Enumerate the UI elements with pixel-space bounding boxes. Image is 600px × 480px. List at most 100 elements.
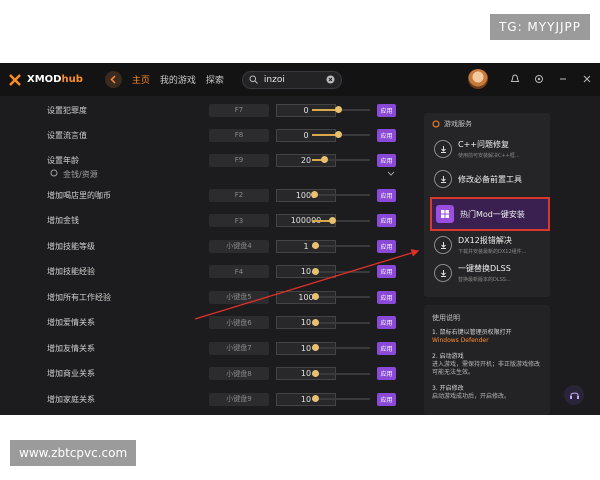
chevron-down-icon[interactable] [387,169,395,179]
apply-button[interactable]: 应用 [377,316,396,329]
logo-icon [8,73,22,87]
value-slider[interactable] [311,369,370,377]
download-icon [434,236,452,254]
money-icon [50,169,58,179]
table-row: 增加喝店里的咖币 F2 1000 应用 [38,184,405,206]
hotkey-badge[interactable]: 小键盘9 [209,392,269,406]
service-item[interactable]: 一键替换DLSS 替换最新版本的DLSS... [430,259,546,287]
service-name: 修改必备前置工具 [458,174,522,184]
apply-button[interactable]: 应用 [377,239,396,253]
mod-list: 设置犯罪度 F7 0 应用 设置流言值 F8 0 应用 设置年龄 F9 20 应用 增加喝店里的咖币 F2… [38,96,405,415]
minimize-icon[interactable] [556,72,570,86]
service-desc: 替换最新版本的DLSS... [458,277,511,283]
row-label: 增加爱情关系 [47,318,95,327]
value-slider[interactable] [311,267,370,275]
nav-explore[interactable]: 探索 [206,73,224,86]
download-icon [434,170,452,188]
hotkey-badge[interactable]: F8 [209,128,269,142]
apply-button[interactable]: 应用 [377,290,396,304]
nav-my-games[interactable]: 我的游戏 [160,73,196,86]
hotkey-badge[interactable]: 小键盘7 [209,341,269,355]
table-row: 增加技能等级 小键盘4 1 应用 [38,235,405,257]
close-icon[interactable] [580,72,594,86]
table-row: 设置流言值 F8 0 应用 [38,124,405,146]
value-slider[interactable] [311,242,370,249]
service-name: 一键替换DLSS [458,264,511,273]
service-icon [432,120,440,128]
hotkey-badge[interactable]: F3 [209,214,269,227]
download-icon [434,140,452,158]
help-title: 使用说明 [432,314,460,322]
support-button[interactable] [564,385,584,405]
apply-button[interactable]: 应用 [377,265,396,278]
search-input[interactable] [261,73,326,86]
section-header[interactable]: 金钱/资源 [38,164,405,184]
back-button[interactable] [104,71,122,88]
value-slider[interactable] [311,318,370,326]
clear-icon[interactable] [326,75,335,84]
watermark-top: TG: MYYJJPP [489,14,590,40]
table-row: 增加技能经验 F4 10 应用 [38,261,405,283]
apply-button[interactable]: 应用 [377,214,396,227]
value-slider[interactable] [311,293,370,300]
apply-button[interactable]: 应用 [377,128,396,142]
row-label: 增加技能经验 [47,267,95,276]
table-row: 增加金钱 F3 100000 应用 [38,210,405,232]
table-row: 增加家庭关系 小键盘9 10 应用 [38,388,405,410]
logo-text: XMODhub [27,74,83,85]
mod-icon [436,205,454,223]
apply-button[interactable]: 应用 [377,392,396,406]
row-label: 设置犯罪度 [47,105,87,115]
row-label: 增加技能等级 [47,241,95,251]
hotkey-badge[interactable]: F7 [209,103,269,117]
notification-icon[interactable] [508,72,522,86]
hotkey-badge[interactable]: 小键盘8 [209,367,269,380]
table-row: 设置犯罪度 F7 0 应用 [38,99,405,121]
service-item[interactable]: 热门Mod一键安装 [430,197,550,231]
section-label: 金钱/资源 [63,169,98,179]
table-row: 增加商业关系 小键盘8 10 应用 [38,363,405,385]
help-step-3: 3. 开启修改 启动游戏成功后，开启修改。 [432,385,511,400]
row-label: 增加家庭关系 [47,394,95,404]
nav-home[interactable]: 主页 [132,73,150,86]
service-item[interactable]: DX12报错解决 下载并安装最新的DX12组件... [430,231,546,259]
value-slider[interactable] [312,131,370,138]
help-step-2: 2. 启动游戏 进入游戏，需保持开机；非正版游戏修改可能无法生效。 [432,353,541,376]
service-item[interactable]: 修改必备前置工具 [430,165,546,193]
row-label: 设置流言值 [47,130,87,140]
table-row: 增加所有工作经验 小键盘5 100 应用 [38,286,405,308]
value-slider[interactable] [312,156,370,163]
value-slider[interactable] [312,106,370,113]
app-window: XMODhub 主页 我的游戏 探索 设置犯罪度F [0,63,600,415]
hotkey-badge[interactable]: F4 [209,265,269,278]
row-label: 增加友情关系 [47,343,95,353]
hotkey-badge[interactable]: 小键盘6 [209,316,269,329]
row-label: 增加喝店里的咖币 [47,190,111,200]
arrow-left-icon [110,75,116,84]
row-label: 增加所有工作经验 [47,292,111,302]
table-row: 增加爱情关系 小键盘6 10 应用 [38,312,405,334]
apply-button[interactable]: 应用 [377,103,396,117]
game-service-panel: 游戏服务 C++问题修复 使用前可安装解决C++框... 修改必备前置工具 热门Mod… [424,113,550,297]
value-slider[interactable] [311,395,370,402]
settings-icon[interactable] [532,72,546,86]
apply-button[interactable]: 应用 [377,188,396,202]
value-slider[interactable] [312,216,370,224]
service-desc: 使用前可安装解决C++框... [458,153,520,159]
avatar[interactable] [468,69,488,89]
value-slider[interactable] [311,344,370,351]
search-box[interactable] [241,70,342,89]
table-row: 增加友情关系 小键盘7 10 应用 [38,337,405,359]
value-slider[interactable] [310,191,370,198]
help-panel: 使用说明 1. 鼠标右键以管理员权限打开 Windows Defender 2.… [424,305,550,415]
hotkey-badge[interactable]: 小键盘4 [209,239,269,253]
apply-button[interactable]: 应用 [377,367,396,380]
hotkey-badge[interactable]: F2 [209,188,269,202]
service-item[interactable]: C++问题修复 使用前可安装解决C++框... [430,135,546,163]
apply-button[interactable]: 应用 [377,341,396,355]
top-bar: XMODhub 主页 我的游戏 探索 [0,63,600,96]
hotkey-badge[interactable]: 小键盘5 [209,290,269,304]
search-icon [249,75,258,84]
row-label: 增加商业关系 [47,369,95,378]
help-step-1: 1. 鼠标右键以管理员权限打开 Windows Defender [432,329,512,344]
